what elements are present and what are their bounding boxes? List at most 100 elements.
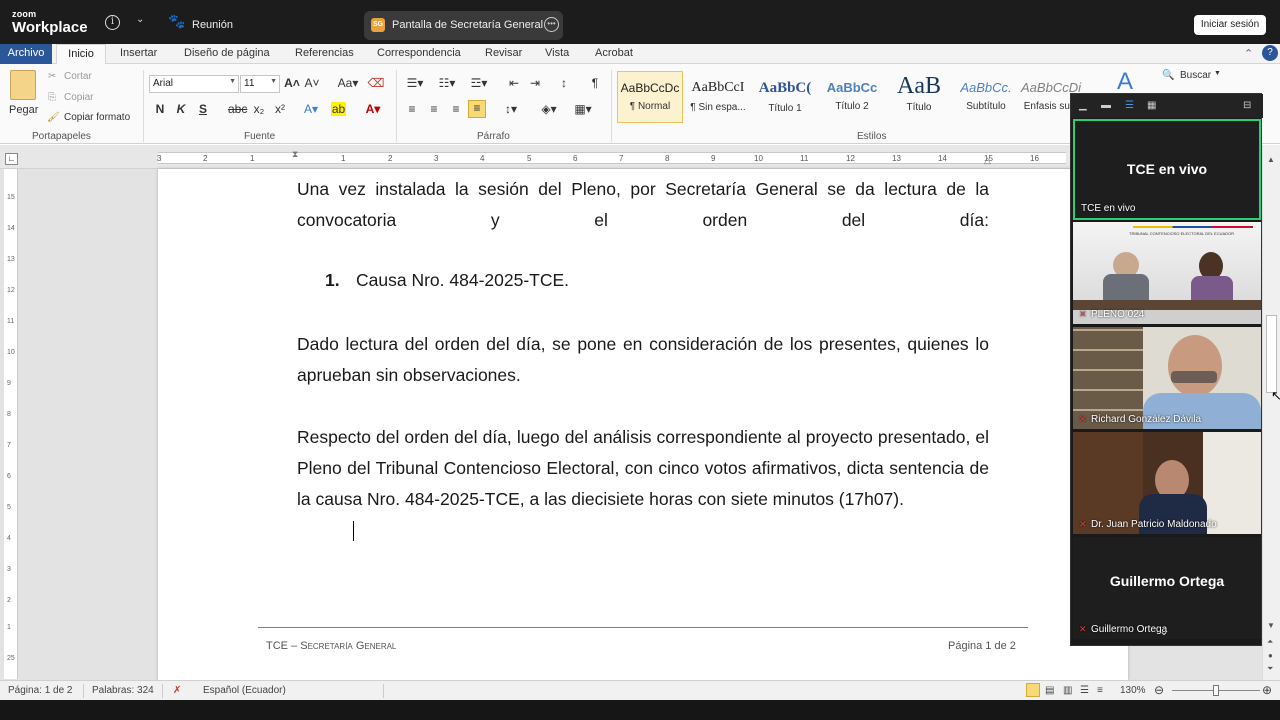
strikethrough-icon[interactable]: abc	[228, 102, 247, 116]
prev-page-icon[interactable]: ⏶	[1267, 637, 1273, 647]
style-heading-2[interactable]: AaBbCc Título 2	[819, 71, 885, 123]
paragraph-sentencia[interactable]: Respecto del orden del día, luego del an…	[297, 422, 989, 515]
next-page-icon[interactable]: ⏷	[1267, 664, 1273, 674]
copy-icon[interactable]: ⎘	[48, 92, 56, 103]
shrink-font-icon[interactable]: A˅	[303, 76, 321, 90]
video-tile-pleno[interactable]: TRIBUNAL CONTENCIOSO ELECTORAL DEL ECUAD…	[1073, 222, 1261, 324]
find-icon[interactable]: 🔍	[1162, 70, 1174, 81]
tab-inicio[interactable]: Inicio	[56, 44, 106, 65]
proofing-icon[interactable]: ✗	[173, 685, 181, 696]
tab-revisar[interactable]: Revisar	[485, 47, 522, 59]
increase-indent-icon[interactable]: ⇥	[526, 76, 544, 90]
video-tile-tce[interactable]: TCE en vivo TCE en vivo	[1073, 119, 1261, 220]
exit-view-icon[interactable]: ⊟	[1243, 100, 1251, 111]
chevron-down-icon[interactable]: ▼	[1214, 70, 1221, 77]
numbering-icon[interactable]: ☷▾	[436, 76, 458, 90]
borders-icon[interactable]: ▦▾	[572, 102, 594, 116]
status-words[interactable]: Palabras: 324	[92, 685, 154, 696]
align-left-icon[interactable]: ≡	[403, 102, 421, 116]
text-effects-icon[interactable]: A▾	[302, 102, 320, 116]
align-center-icon[interactable]: ≡	[425, 102, 443, 116]
copy-button[interactable]: Copiar	[64, 92, 93, 103]
print-layout-icon[interactable]	[1026, 683, 1040, 697]
indent-marker-icon[interactable]: ⧗	[292, 149, 298, 160]
decrease-indent-icon[interactable]: ⇤	[505, 76, 523, 90]
paste-icon[interactable]	[10, 70, 36, 100]
chevron-down-icon[interactable]: ⌄	[136, 14, 144, 25]
format-painter-button[interactable]: Copiar formato	[64, 112, 130, 123]
grow-font-icon[interactable]: A˄	[283, 76, 301, 90]
video-tile-richard[interactable]: ✕ Richard González Dávila	[1073, 327, 1261, 429]
style-heading-1[interactable]: AaBbC( Título 1	[752, 71, 818, 123]
tab-insertar[interactable]: Insertar	[120, 47, 157, 59]
scroll-down-icon[interactable]: ▼	[1267, 621, 1275, 630]
line-spacing-icon[interactable]: ↕▾	[500, 102, 522, 116]
video-tile-juan[interactable]: ✕ Dr. Juan Patricio Maldonado	[1073, 432, 1261, 534]
subscript-icon[interactable]: x₂	[250, 102, 268, 116]
draft-icon[interactable]: ≡	[1097, 685, 1103, 696]
style-normal[interactable]: AaBbCcDc ¶ Normal	[617, 71, 683, 123]
ribbon-collapse-icon[interactable]: ⌃	[1244, 47, 1253, 60]
tab-acrobat[interactable]: Acrobat	[595, 47, 633, 59]
font-name-select[interactable]: Arial ▼	[149, 75, 239, 93]
signin-button[interactable]: Iniciar sesión	[1194, 15, 1266, 35]
web-layout-icon[interactable]: ▥	[1063, 685, 1072, 696]
screen-share-indicator[interactable]: SG Pantalla de Secretaría General •••	[364, 11, 563, 40]
meeting-icon[interactable]: 🐾	[168, 13, 185, 30]
browse-object-icon[interactable]: ●	[1268, 651, 1273, 660]
paste-button[interactable]: Pegar	[9, 104, 38, 116]
outline-icon[interactable]: ☰	[1080, 685, 1089, 696]
minimize-icon[interactable]: ▁	[1079, 100, 1087, 111]
zoom-slider-thumb[interactable]	[1213, 685, 1219, 696]
font-size-select[interactable]: 11 ▼	[240, 75, 280, 93]
find-button[interactable]: Buscar	[1180, 70, 1211, 81]
tab-referencias[interactable]: Referencias	[295, 47, 354, 59]
change-styles-icon[interactable]: A	[1112, 68, 1138, 96]
help-icon[interactable]: ?	[1262, 45, 1278, 61]
change-case-icon[interactable]: Aa▾	[336, 76, 360, 90]
status-zoom[interactable]: 130%	[1120, 685, 1146, 696]
style-title[interactable]: AaB Título	[886, 71, 952, 123]
tab-correspondencia[interactable]: Correspondencia	[377, 47, 461, 59]
zoom-out-icon[interactable]: ⊖	[1154, 683, 1164, 697]
bullets-icon[interactable]: ☰▾	[404, 76, 426, 90]
superscript-icon[interactable]: x²	[271, 102, 289, 116]
speaker-view-icon[interactable]: ▬	[1101, 100, 1111, 111]
tab-diseno[interactable]: Diseño de página	[184, 47, 270, 59]
chevron-down-icon[interactable]: ⌄	[1159, 624, 1169, 638]
format-painter-icon[interactable]: 🖌	[47, 112, 60, 123]
shading-icon[interactable]: ◈▾	[538, 102, 560, 116]
style-subtitle[interactable]: AaBbCc. Subtítulo	[953, 71, 1019, 123]
paragraph-aprobacion[interactable]: Dado lectura del orden del día, se pone …	[297, 329, 989, 391]
full-reading-icon[interactable]: ▤	[1045, 685, 1054, 696]
highlight-icon[interactable]: ab	[331, 102, 346, 116]
style-no-spacing[interactable]: AaBbCcI ¶ Sin espa...	[685, 71, 751, 123]
right-indent-marker-icon[interactable]: △	[984, 155, 991, 166]
list-item-causa[interactable]: Causa Nro. 484-2025-TCE.	[356, 270, 569, 291]
font-color-icon[interactable]: A▾	[364, 102, 382, 116]
gallery-view-icon[interactable]: ▦	[1147, 100, 1156, 111]
underline-icon[interactable]: S	[194, 102, 212, 116]
paragraph-convocatoria[interactable]: Una vez instalada la sesión del Pleno, p…	[297, 174, 989, 236]
justify-icon[interactable]: ≡	[468, 100, 486, 118]
cut-button[interactable]: Cortar	[64, 71, 92, 82]
clear-format-icon[interactable]: ⌫	[367, 76, 385, 90]
show-marks-icon[interactable]: ¶	[586, 76, 604, 90]
info-icon[interactable]: i	[105, 15, 120, 30]
bold-icon[interactable]: N	[151, 102, 169, 116]
status-language[interactable]: Español (Ecuador)	[203, 685, 286, 696]
zoom-in-icon[interactable]: ⊕	[1262, 683, 1272, 697]
more-icon[interactable]: •••	[544, 17, 559, 32]
multilevel-list-icon[interactable]: ☲▾	[468, 76, 490, 90]
tab-archivo[interactable]: Archivo	[0, 44, 52, 64]
vertical-scrollbar[interactable]: ▲ ▼ ⏶ ● ⏷	[1262, 145, 1280, 680]
align-right-icon[interactable]: ≡	[447, 102, 465, 116]
status-page[interactable]: Página: 1 de 2	[8, 685, 73, 696]
meeting-label[interactable]: Reunión	[192, 19, 233, 31]
cut-icon[interactable]: ✂	[48, 71, 56, 82]
sort-icon[interactable]: ↕	[555, 76, 573, 90]
scroll-thumb[interactable]	[1266, 315, 1277, 393]
scroll-up-icon[interactable]: ▲	[1267, 155, 1275, 164]
italic-icon[interactable]: K	[172, 102, 190, 116]
tab-vista[interactable]: Vista	[545, 47, 569, 59]
